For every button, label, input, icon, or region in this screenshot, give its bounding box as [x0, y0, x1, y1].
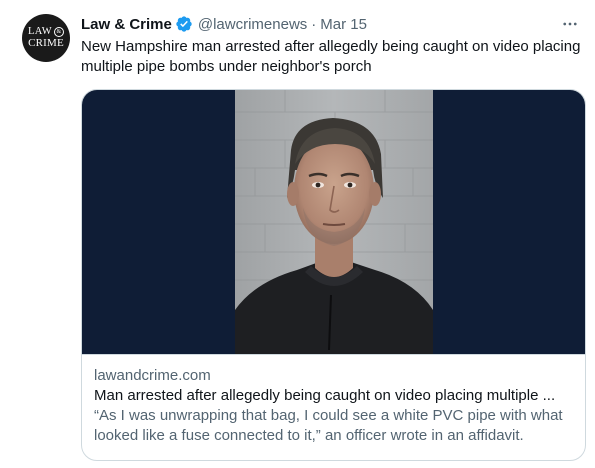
tweet[interactable]: LAW & CRIME Law & Crime @lawcrimenews · … — [0, 0, 595, 468]
card-meta: lawandcrime.com Man arrested after alleg… — [82, 355, 585, 446]
avatar-logo-crime: CRIME — [28, 37, 64, 50]
card-description: “As I was unwrapping that bag, I could s… — [94, 407, 563, 444]
tweet-header: Law & Crime @lawcrimenews · Mar 15 — [81, 14, 367, 34]
card-image[interactable] — [82, 90, 585, 355]
more-options-icon[interactable] — [559, 14, 581, 34]
tweet-date[interactable]: Mar 15 — [320, 16, 367, 33]
card-title: Man arrested after allegedly being caugh… — [94, 387, 556, 404]
verified-badge-icon[interactable] — [175, 15, 193, 33]
mugshot-photo — [235, 90, 433, 354]
link-card[interactable]: lawandcrime.com Man arrested after alleg… — [81, 89, 586, 461]
avatar-logo-ampersand: & — [53, 27, 64, 37]
card-domain: lawandcrime.com — [94, 367, 211, 384]
avatar-logo-law: LAW — [28, 25, 52, 37]
tweet-text: New Hampshire man arrested after alleged… — [81, 38, 581, 75]
avatar[interactable]: LAW & CRIME — [22, 14, 70, 62]
separator-dot: · — [311, 15, 317, 33]
avatar-logo-top: LAW & — [28, 25, 64, 38]
author-name[interactable]: Law & Crime — [81, 16, 172, 33]
author-handle[interactable]: @lawcrimenews — [198, 16, 307, 33]
